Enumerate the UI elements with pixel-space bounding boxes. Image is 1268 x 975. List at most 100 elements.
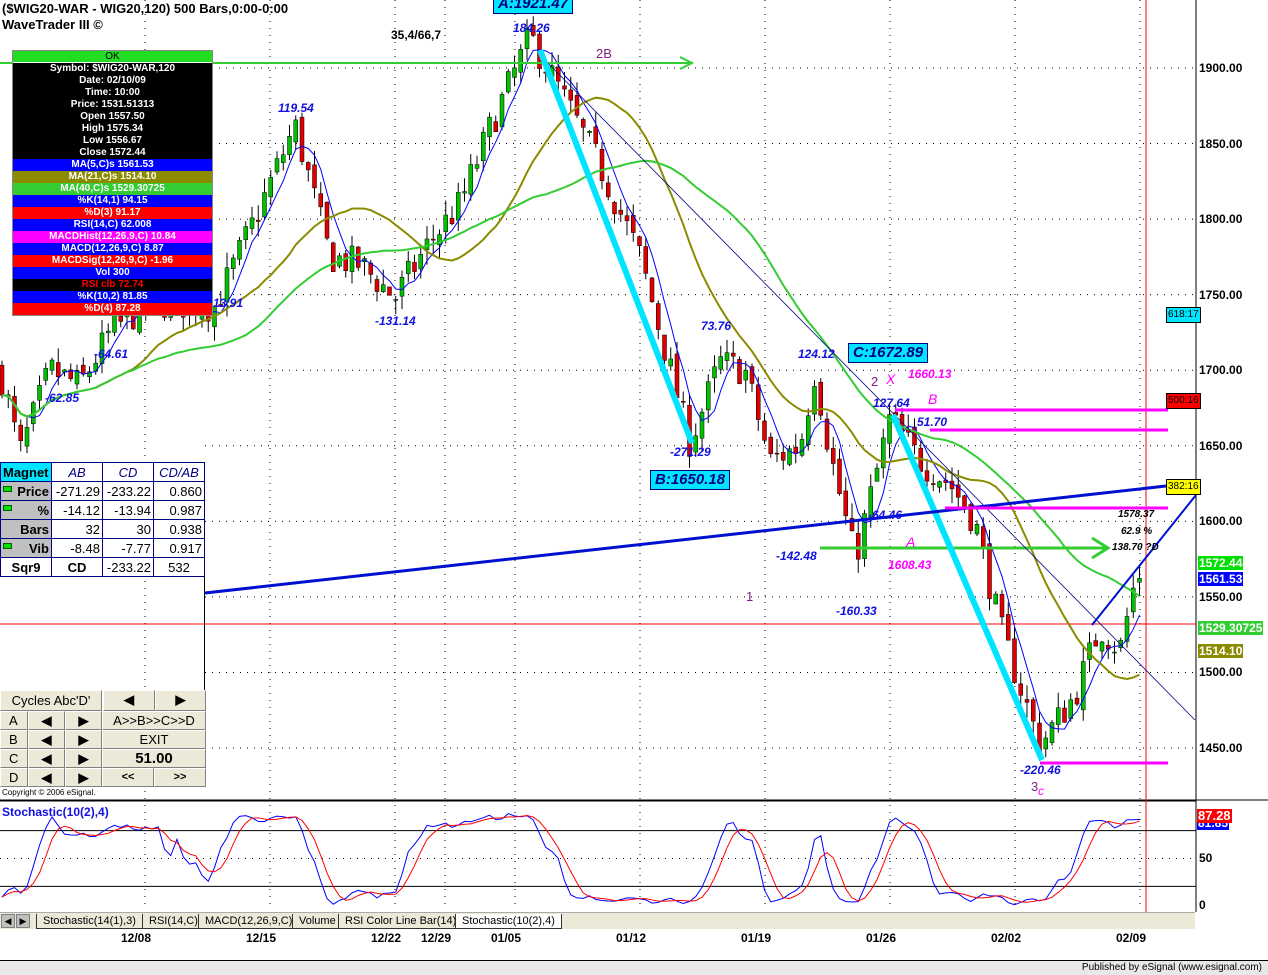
cycle-d-next-button[interactable]: ▶ <box>65 768 102 787</box>
footer: Published by eSignal (www.esignal.com) <box>0 960 1268 975</box>
data-value: 8.87 <box>144 243 164 254</box>
tab-scroll-right-icon[interactable]: ▶ <box>16 914 30 928</box>
wave-2b-label: 2B <box>596 46 612 61</box>
candle <box>931 483 936 485</box>
candle <box>456 192 461 221</box>
channel-line <box>204 484 1167 595</box>
tab-macd[interactable]: MACD(12,26,9,C) <box>198 914 300 929</box>
candle <box>318 193 323 208</box>
rewind-button[interactable]: << <box>102 768 154 787</box>
cycle-a-next-button[interactable]: ▶ <box>65 711 102 730</box>
exit-button[interactable]: EXIT <box>102 730 206 749</box>
data-value: $WIG20-WAR,120 <box>92 63 176 74</box>
magnet-row: Vib -8.48 -7.77 0.917 <box>0 538 205 558</box>
swing-label: 184.26 <box>513 21 550 35</box>
data-key: MA(21,C)s <box>68 171 118 182</box>
candle <box>649 277 655 302</box>
data-row: Time: 10:00 <box>13 87 212 99</box>
row-label: % <box>0 500 52 520</box>
point-c-box: C:1672.89 <box>848 343 929 363</box>
candle <box>624 215 630 222</box>
target-percent-label: 62.9 % <box>1121 526 1153 537</box>
candle <box>1062 707 1067 723</box>
data-key: MA(40,C)s <box>60 183 110 194</box>
cycle-c-next-button[interactable]: ▶ <box>65 749 102 768</box>
candle <box>74 369 80 385</box>
swing-label: 127.64 <box>873 396 910 410</box>
candle <box>1006 614 1011 641</box>
tab-scroll-left-icon[interactable]: ◀ <box>1 914 15 928</box>
magnet-title: Magnet <box>0 462 52 482</box>
magnet-row: Bars 32 30 0.938 <box>0 519 205 539</box>
candle <box>643 246 648 274</box>
candle <box>993 593 998 605</box>
sqr9-leg: CD <box>51 557 103 577</box>
cell-ratio: 0.860 <box>153 481 205 501</box>
stoch-d-line <box>1 815 1140 903</box>
x-tick-label: 01/26 <box>866 931 897 945</box>
tab-rsi-color-line[interactable]: RSI Color Line Bar(14) <box>338 914 464 929</box>
cycle-prev-button[interactable]: ◀ <box>103 690 155 711</box>
forward-button[interactable]: >> <box>154 768 206 787</box>
data-row: %D(4) 87.28 <box>13 303 212 315</box>
magnet-table: Magnet AB CD CD/AB Price -271.29 -233.22 0.… <box>0 462 205 577</box>
ok-button[interactable]: OK <box>13 51 212 63</box>
candle <box>981 526 986 548</box>
cycle-next-button[interactable]: ▶ <box>155 690 206 711</box>
data-row: MACD(12,26,9,C) 8.87 <box>13 243 212 255</box>
candle <box>568 89 573 101</box>
candle <box>587 131 592 133</box>
cycle-d-prev-button[interactable]: ◀ <box>28 768 65 787</box>
target-price-label: 1578.37 <box>1118 509 1155 520</box>
cycle-b-prev-button[interactable]: ◀ <box>28 730 65 749</box>
tab-stochastic-14[interactable]: Stochastic(14(1),3) <box>36 914 143 929</box>
candle <box>599 148 605 182</box>
candle <box>293 119 298 143</box>
candle <box>12 396 17 423</box>
data-row: High 1575.34 <box>13 123 212 135</box>
tab-stochastic-10[interactable]: Stochastic(10(2),4) <box>455 914 562 929</box>
candle <box>924 470 930 482</box>
cell-cd: 30 <box>102 519 154 539</box>
data-key: %D(3) <box>84 207 113 218</box>
tab-rsi[interactable]: RSI(14,C) <box>142 914 205 929</box>
cycle-a-prev-button[interactable]: ◀ <box>28 711 65 730</box>
candle <box>468 164 473 195</box>
cycle-point-label: C <box>0 749 28 768</box>
candle <box>356 246 361 268</box>
candle <box>512 67 517 78</box>
cycle-b-next-button[interactable]: ▶ <box>65 730 102 749</box>
candle <box>974 524 980 535</box>
candle <box>343 253 348 272</box>
swing-label: 73.76 <box>701 319 732 333</box>
candle <box>799 439 805 456</box>
cycle-point-label: A <box>0 711 28 730</box>
candle <box>262 192 267 218</box>
tab-volume[interactable]: Volume <box>292 914 343 929</box>
data-row: %K(10,2) 81.85 <box>13 291 212 303</box>
cell-cd: -7.77 <box>102 538 154 558</box>
data-key: Symbol: <box>49 63 90 74</box>
ratio-label: 35,4/66,7 <box>391 28 442 42</box>
sqr9-degree: 532 <box>153 557 205 577</box>
sequence-button[interactable]: A>>B>>C>>D <box>102 711 206 730</box>
candle <box>824 418 830 450</box>
data-value: 1514.10 <box>120 171 157 182</box>
point-a-box: A:1921.47 <box>493 0 574 14</box>
data-row: Open 1557.50 <box>13 111 212 123</box>
cycle-c-prev-button[interactable]: ◀ <box>28 749 65 768</box>
cell-ab: -8.48 <box>51 538 103 558</box>
cycle-point-label: D <box>0 768 28 787</box>
x-tick-label: 01/12 <box>616 931 647 945</box>
candle <box>818 381 823 416</box>
sqr9-label: Sqr9 <box>0 557 52 577</box>
row-label-text: Bars <box>20 521 49 537</box>
candle <box>831 448 836 464</box>
ab-leg-line <box>537 48 695 445</box>
x-tick-label: 12/29 <box>421 931 452 945</box>
candle <box>424 238 430 250</box>
data-key: Low <box>83 135 104 146</box>
data-key: Close <box>79 147 107 158</box>
x-tick-label: 01/05 <box>491 931 522 945</box>
a-label: A <box>906 534 916 550</box>
